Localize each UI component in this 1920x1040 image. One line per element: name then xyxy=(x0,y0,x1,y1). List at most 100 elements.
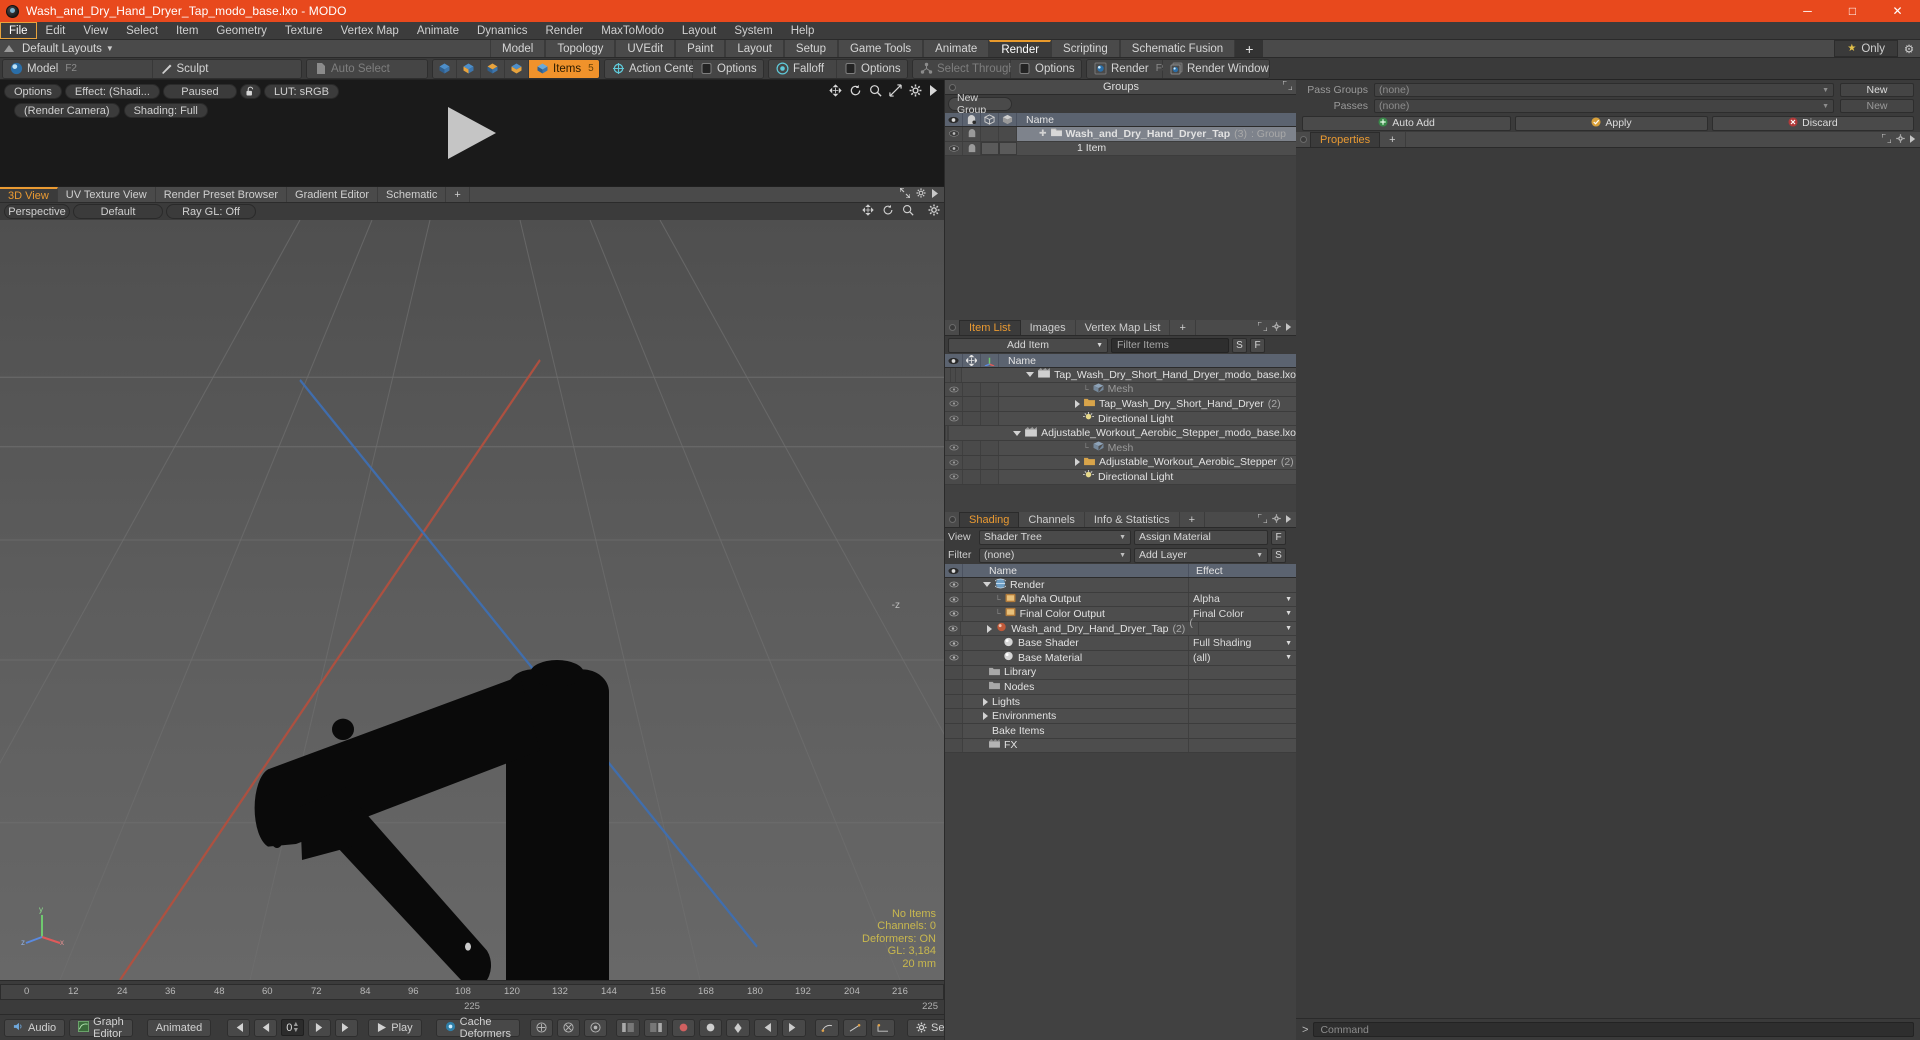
items-mode-button[interactable]: Items 5 xyxy=(529,59,599,78)
panel-dot-icon[interactable] xyxy=(1296,132,1310,147)
viewport-perspective-button[interactable]: Perspective xyxy=(4,204,70,219)
column-render-icon[interactable] xyxy=(981,113,999,126)
row-render-cell[interactable] xyxy=(981,127,999,141)
expand-icon[interactable] xyxy=(1881,132,1892,146)
tab-vertex-map-list[interactable]: Vertex Map List xyxy=(1076,320,1171,335)
list-item[interactable]: └ Final Color Output Final Color ▼ xyxy=(945,607,1296,622)
add-tab-button[interactable]: + xyxy=(1235,40,1264,57)
row-effect-cell[interactable] xyxy=(1188,738,1296,753)
row-name-cell[interactable]: Base Material xyxy=(963,650,1188,665)
tab-schematic[interactable]: Schematic xyxy=(378,187,447,202)
expand-triangle-icon[interactable] xyxy=(1075,399,1080,408)
audio-button[interactable]: Audio xyxy=(4,1018,66,1037)
row-render-cell[interactable] xyxy=(981,141,999,156)
tab-animate[interactable]: Animate xyxy=(923,40,990,57)
menu-item-texture[interactable]: Texture xyxy=(276,22,332,39)
row-eye-cell[interactable] xyxy=(945,578,963,592)
vertex-mode-button[interactable] xyxy=(433,59,457,78)
tab-info-statistics[interactable]: Info & Statistics xyxy=(1085,512,1180,527)
go-to-end-button[interactable] xyxy=(335,1018,359,1037)
model-mode-button[interactable]: Model F2 xyxy=(3,59,153,78)
list-item[interactable]: Bake Items xyxy=(945,723,1296,739)
render-button[interactable]: Render F9 xyxy=(1087,59,1167,78)
row-axis-cell[interactable] xyxy=(981,470,999,484)
step-back-button[interactable] xyxy=(254,1018,278,1037)
shading-s-button[interactable]: S xyxy=(1271,547,1286,563)
preview-options-button[interactable]: Options xyxy=(4,84,62,99)
list-item[interactable]: Directional Light xyxy=(945,411,1296,427)
curve-slope-button[interactable] xyxy=(843,1018,868,1037)
list-item[interactable]: └ Alpha Output Alpha ▼ xyxy=(945,592,1296,608)
gear-icon[interactable] xyxy=(928,204,940,219)
arrow-right-icon[interactable] xyxy=(932,188,939,201)
row-name-cell[interactable]: Directional Light xyxy=(999,469,1296,484)
list-item[interactable]: Adjustable_Workout_Aerobic_Stepper_modo_… xyxy=(945,426,1296,441)
list-item[interactable]: Nodes xyxy=(945,680,1296,695)
row-name-cell[interactable]: Lights xyxy=(963,694,1188,709)
menu-item-edit[interactable]: Edit xyxy=(37,22,75,39)
move-icon[interactable] xyxy=(829,84,842,100)
spinner-icon[interactable]: ▲ ▼ xyxy=(292,1021,299,1034)
list-item[interactable]: Environments xyxy=(945,709,1296,724)
preview-lut-button[interactable]: LUT: sRGB xyxy=(263,84,339,99)
row-effect-cell[interactable] xyxy=(1188,665,1296,680)
list-item[interactable]: Base Shader Full Shading ▼ xyxy=(945,636,1296,651)
add-view-tab-button[interactable]: + xyxy=(446,187,470,202)
shading-list-body[interactable]: Render └ Alpha Output Alpha ▼ └ Final Co… xyxy=(945,578,1296,1040)
preview-effect-button[interactable]: Effect: (Shadi... xyxy=(64,84,160,99)
column-eye-icon[interactable] xyxy=(945,113,963,126)
sculpt-mode-button[interactable]: Sculpt xyxy=(152,59,301,78)
list-item[interactable]: └ Mesh xyxy=(945,440,1296,456)
row-eye-cell[interactable] xyxy=(945,665,963,680)
tab-setup[interactable]: Setup xyxy=(783,40,838,57)
list-item[interactable]: Lights xyxy=(945,694,1296,710)
select-through-options-button[interactable]: Options xyxy=(1011,59,1081,78)
minimize-button[interactable]: ─ xyxy=(1785,0,1830,22)
column-eye-icon[interactable] xyxy=(945,354,963,367)
discard-button[interactable]: Discard xyxy=(1711,115,1914,131)
gear-icon[interactable] xyxy=(1272,513,1281,526)
row-eye-cell[interactable] xyxy=(945,738,963,753)
row-name-cell[interactable]: Base Shader xyxy=(963,636,1188,650)
row-move-cell[interactable] xyxy=(963,470,981,484)
row-name-cell[interactable]: └ Final Color Output xyxy=(963,607,1188,621)
menu-item-file[interactable]: File xyxy=(0,22,37,39)
prev-key-button[interactable] xyxy=(754,1018,779,1037)
falloff-options-button[interactable]: Options xyxy=(837,59,907,78)
tab-topology[interactable]: Topology xyxy=(545,40,616,57)
gear-icon[interactable] xyxy=(916,188,926,201)
expand-triangle-icon[interactable] xyxy=(983,712,988,721)
range-start-button[interactable] xyxy=(616,1018,641,1037)
row-name-cell[interactable]: FX xyxy=(963,738,1188,753)
tab-render-preset-browser[interactable]: Render Preset Browser xyxy=(156,187,288,202)
row-eye-cell[interactable] xyxy=(945,397,963,411)
go-to-start-button[interactable] xyxy=(227,1018,251,1037)
row-name-cell[interactable]: └ Mesh xyxy=(999,382,1296,397)
row-move-cell[interactable] xyxy=(963,411,981,426)
action-center-options-button[interactable]: Options xyxy=(693,59,763,78)
row-eye-cell[interactable] xyxy=(945,607,963,621)
row-effect-cell[interactable]: ▼ xyxy=(1198,621,1296,636)
gear-icon[interactable] xyxy=(1272,321,1281,334)
gear-icon[interactable] xyxy=(909,84,922,100)
row-axis-cell[interactable] xyxy=(981,382,999,397)
row-move-cell[interactable] xyxy=(963,397,981,411)
menu-item-layout[interactable]: Layout xyxy=(673,22,726,39)
expand-up-icon[interactable] xyxy=(4,45,14,52)
table-row[interactable]: ✚ Wash_and_Dry_Hand_Dryer_Tap (3) : Grou… xyxy=(945,127,1296,142)
render-window-button[interactable]: Render Window xyxy=(1163,59,1269,78)
next-key-button[interactable] xyxy=(782,1018,807,1037)
passes-dropdown[interactable]: (none) ▼ xyxy=(1374,99,1834,113)
menu-item-view[interactable]: View xyxy=(74,22,117,39)
graph-editor-button[interactable]: Graph Editor xyxy=(69,1016,133,1040)
preview-shading-button[interactable]: Shading: Full xyxy=(123,103,208,118)
preview-paused-button[interactable]: Paused xyxy=(162,84,237,99)
menu-item-render[interactable]: Render xyxy=(536,22,592,39)
tab-channels[interactable]: Channels xyxy=(1019,512,1085,527)
fit-icon[interactable] xyxy=(889,84,902,100)
maximize-button[interactable]: □ xyxy=(1830,0,1875,22)
list-item[interactable]: Adjustable_Workout_Aerobic_Stepper (2) xyxy=(945,455,1296,471)
list-item[interactable]: └ Mesh xyxy=(945,382,1296,398)
row-eye-cell[interactable] xyxy=(945,440,963,455)
expand-icon[interactable] xyxy=(899,187,911,201)
